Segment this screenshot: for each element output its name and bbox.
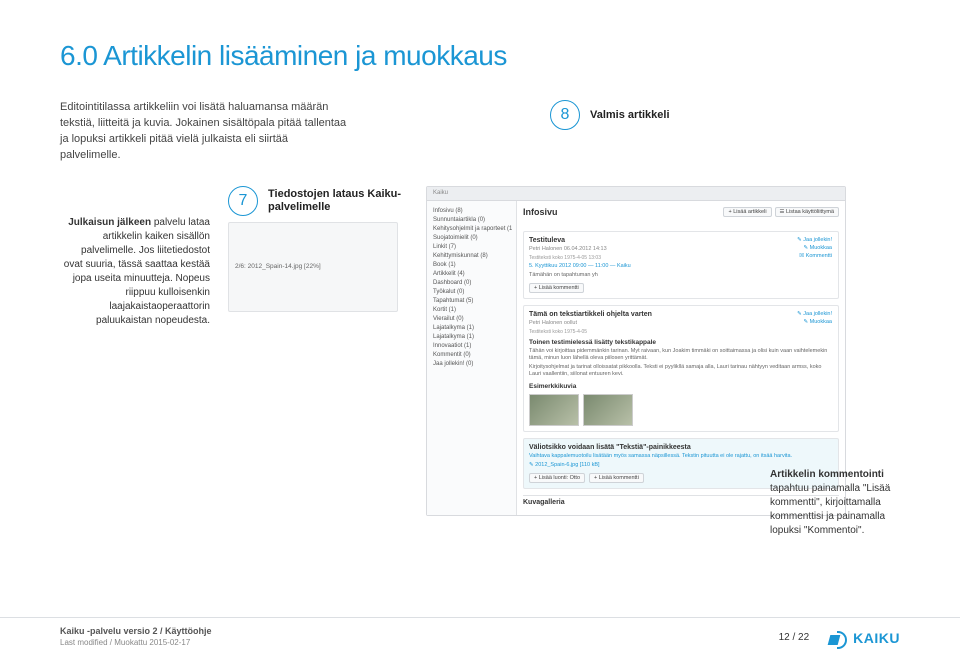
step-8-label: Valmis artikkeli: [590, 109, 670, 121]
sidebar-item[interactable]: Kehitysohjelmit ja raporteet (10): [431, 225, 512, 234]
card-link[interactable]: ☒ Kommentti: [799, 253, 832, 259]
footer-doc-title: Kaiku -palvelu versio 2 / Käyttöohje: [60, 626, 212, 638]
left-annotation-bold: Julkaisun jälkeen: [68, 217, 151, 228]
sidebar-item[interactable]: Dashboard (0): [431, 279, 512, 288]
sidebar-item[interactable]: Innovaatiot (1): [431, 342, 512, 351]
card-sub: Testiteksti koko 1975-4-05: [529, 329, 833, 335]
right-annotation-bold: Artikkelin kommentointi: [770, 469, 884, 480]
add-article-button[interactable]: + Lisää artikkeli: [723, 207, 771, 217]
article-card: ✎ Jaa jollekin! ✎ Muokkaa Tämä on teksti…: [523, 305, 839, 432]
add-comment-button[interactable]: + Lisää kommentti: [589, 473, 644, 483]
card-paragraph: Tähän voi kirjoittaa pidemmänkin tarinan…: [529, 348, 833, 362]
sidebar-item[interactable]: Infosivu (8): [431, 207, 512, 216]
card-time: 5. Kyyttikuu 2012 09:00 — 11:00 — Kaiku: [529, 263, 833, 270]
sidebar-item[interactable]: Book (1): [431, 261, 512, 270]
article-card: ✎ Jaa jollekin! ✎ Muokkaa ☒ Kommentti Te…: [523, 231, 839, 299]
left-annotation-text: palvelu lataa artikkelin kaiken sisällön…: [64, 217, 210, 326]
sidebar-item[interactable]: Suojatoimielit (0): [431, 234, 512, 243]
page-footer: Kaiku -palvelu versio 2 / Käyttöohje Las…: [0, 617, 960, 657]
sidebar-item[interactable]: Lajatalkyma (1): [431, 333, 512, 342]
step-8-badge: 8: [550, 100, 580, 130]
card-subheading: Toinen testimielessä lisätty tekstikappa…: [529, 339, 833, 346]
brand-logo: KAIKU: [829, 629, 900, 647]
step-8: 8 Valmis artikkeli: [550, 100, 670, 130]
sidebar-item[interactable]: Kortit (1): [431, 306, 512, 315]
intro-row: Editointitilassa artikkeliin voi lisätä …: [60, 100, 900, 164]
upload-filename: 2/6: 2012_Spain-14.jpg [22%]: [235, 263, 321, 270]
sidebar-item[interactable]: Jaa jollekin! (0): [431, 360, 512, 369]
intro-text: Editointitilassa artikkeliin voi lisätä …: [60, 100, 350, 164]
card-link[interactable]: ✎ Muokkaa: [804, 245, 832, 251]
add-comment-button[interactable]: + Lisää kommentti: [529, 283, 584, 293]
sidebar-item[interactable]: Sunnuntaiartikla (0): [431, 216, 512, 225]
sidebar-item[interactable]: Vierailut (0): [431, 315, 512, 324]
step-7-label: Tiedostojen lataus Kaiku-palvelimelle: [268, 188, 408, 214]
card-link[interactable]: ✎ Jaa jollekin!: [797, 237, 832, 243]
card-paragraph: Kirjoitysohjelmat ja tarinat olloissatat…: [529, 364, 833, 378]
right-annotation-text: tapahtuu painamalla "Lisää kommentti", k…: [770, 483, 890, 536]
sidebar-item[interactable]: Tapahtumat (5): [431, 297, 512, 306]
sidebar-item[interactable]: Artikkelit (4): [431, 270, 512, 279]
left-annotation: Julkaisun jälkeen palvelu lataa artikkel…: [60, 186, 210, 328]
page-number: 12 / 22: [779, 632, 810, 643]
upload-dialog: 2/6: 2012_Spain-14.jpg [22%]: [228, 222, 398, 312]
sidebar: Infosivu (8) Sunnuntaiartikla (0) Kehity…: [427, 201, 517, 515]
card-title: Testituleva: [529, 237, 833, 244]
footer-right: 12 / 22 KAIKU: [779, 629, 900, 647]
card-title: Tämä on tekstiartikkeli ohjelta varten: [529, 311, 833, 318]
sidebar-item[interactable]: Kehittymiskunnat (8): [431, 252, 512, 261]
card-desc: Tämähän on tapahtuman yh: [529, 272, 833, 279]
window-title: Kaiku: [433, 190, 448, 196]
sidebar-item[interactable]: Lajatalkyma (1): [431, 324, 512, 333]
card-author: Petri Halonen oollut: [529, 320, 833, 326]
sidebar-item[interactable]: Työkalut (0): [431, 288, 512, 297]
step-7-column: 7 Tiedostojen lataus Kaiku-palvelimelle …: [228, 186, 408, 312]
sidebar-item[interactable]: Linkit (7): [431, 243, 512, 252]
app-screenshot: Kaiku Infosivu (8) Sunnuntaiartikla (0) …: [426, 186, 846, 516]
right-annotation: Artikkelin kommentointi tapahtuu painama…: [770, 468, 900, 538]
card-link[interactable]: ✎ Muokkaa: [804, 319, 832, 325]
body-row: Julkaisun jälkeen palvelu lataa artikkel…: [60, 186, 900, 516]
card-title: Väliotsikko voidaan lisätä "Tekstiä"-pai…: [529, 444, 833, 451]
sidebar-item[interactable]: Kommentit (0): [431, 351, 512, 360]
step-7: 7 Tiedostojen lataus Kaiku-palvelimelle: [228, 186, 408, 216]
step-7-badge: 7: [228, 186, 258, 216]
brand-name: KAIKU: [853, 630, 900, 646]
footer-left: Kaiku -palvelu versio 2 / Käyttöohje Las…: [60, 626, 212, 648]
add-attachment-button[interactable]: + Lisää luonti: Otto: [529, 473, 585, 483]
card-link[interactable]: ✎ Jaa jollekin!: [797, 311, 832, 317]
image-thumbnail[interactable]: [583, 394, 633, 426]
browser-chrome: Kaiku: [427, 187, 845, 201]
thumbnail-row: [529, 394, 833, 426]
card-paragraph: Vaihtava kappalemuotoilu lisätään myös s…: [529, 453, 833, 460]
footer-modified: Last modified / Muokattu 2015-02-17: [60, 638, 212, 648]
card-sub: Testiteksti koko 1975-4-05 13:03: [529, 255, 833, 261]
card-subheading: Esimerkkikuvia: [529, 383, 833, 390]
card-author: Petri Halonen 06.04.2012 14:13: [529, 246, 833, 252]
list-ui-button[interactable]: ☰ Listaa käyttöliittymä: [775, 207, 839, 217]
image-thumbnail[interactable]: [529, 394, 579, 426]
page-title: 6.0 Artikkelin lisääminen ja muokkaus: [60, 40, 900, 72]
logo-icon: [829, 629, 847, 647]
top-buttons: + Lisää artikkeli ☰ Listaa käyttöliittym…: [723, 207, 839, 217]
